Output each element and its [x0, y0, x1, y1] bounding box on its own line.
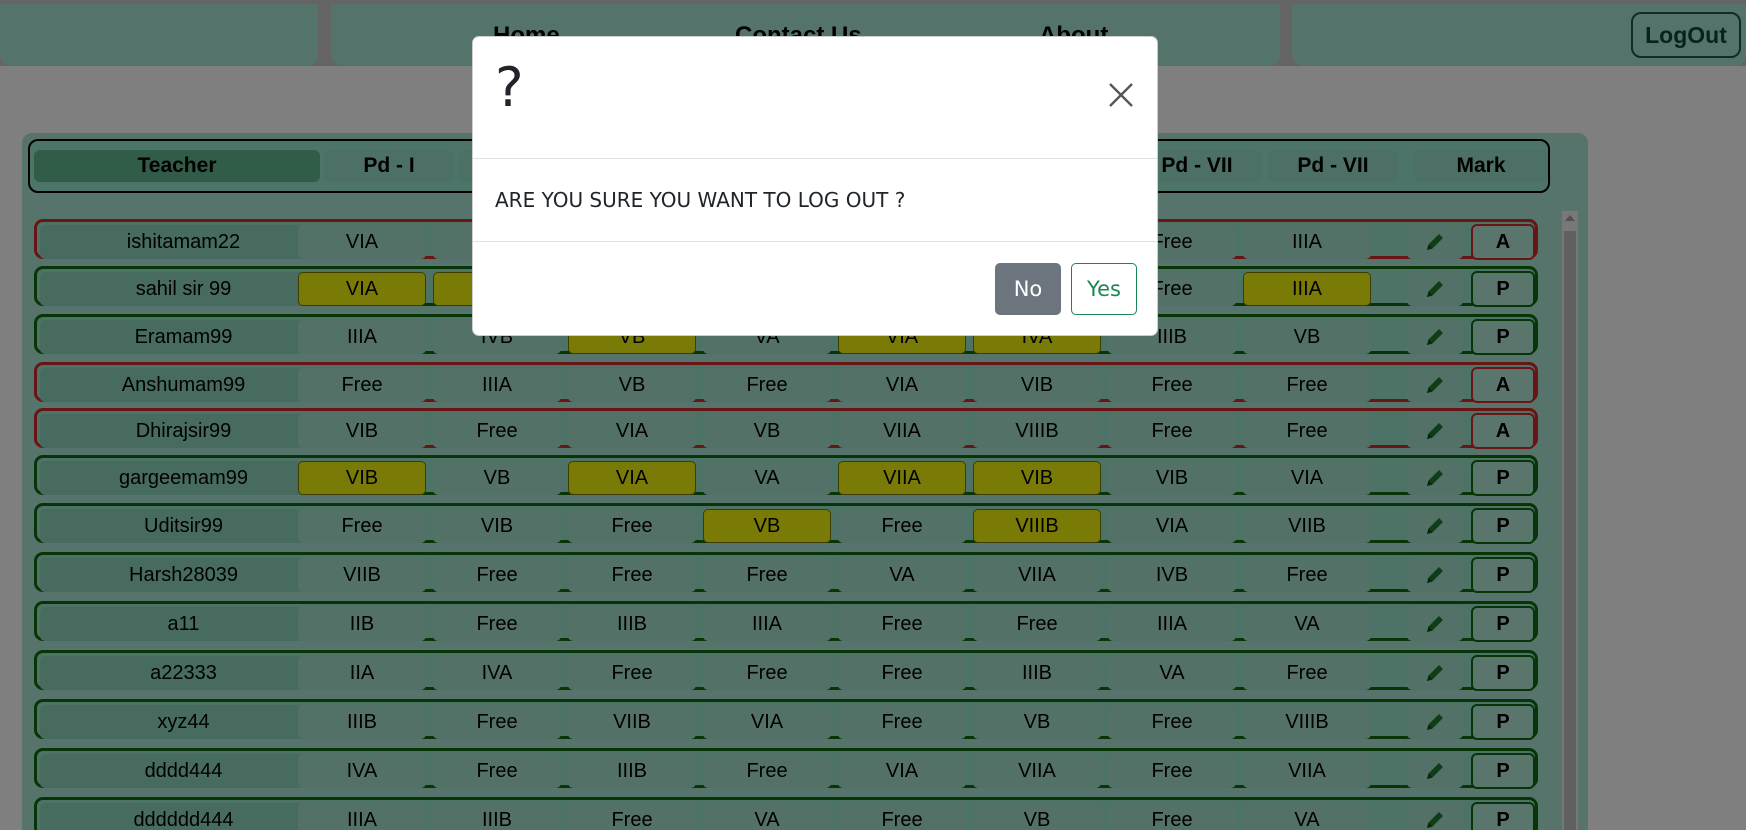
modal-body: ARE YOU SURE YOU WANT TO LOG OUT ?: [473, 160, 1157, 242]
yes-button[interactable]: Yes: [1071, 263, 1137, 315]
no-button[interactable]: No: [995, 263, 1061, 315]
modal-title: ?: [495, 56, 524, 119]
close-icon[interactable]: [1107, 81, 1135, 109]
logout-confirm-modal: ? ARE YOU SURE YOU WANT TO LOG OUT ? No …: [472, 36, 1158, 336]
modal-message: ARE YOU SURE YOU WANT TO LOG OUT ?: [495, 188, 906, 212]
modal-header: ?: [473, 37, 1157, 159]
